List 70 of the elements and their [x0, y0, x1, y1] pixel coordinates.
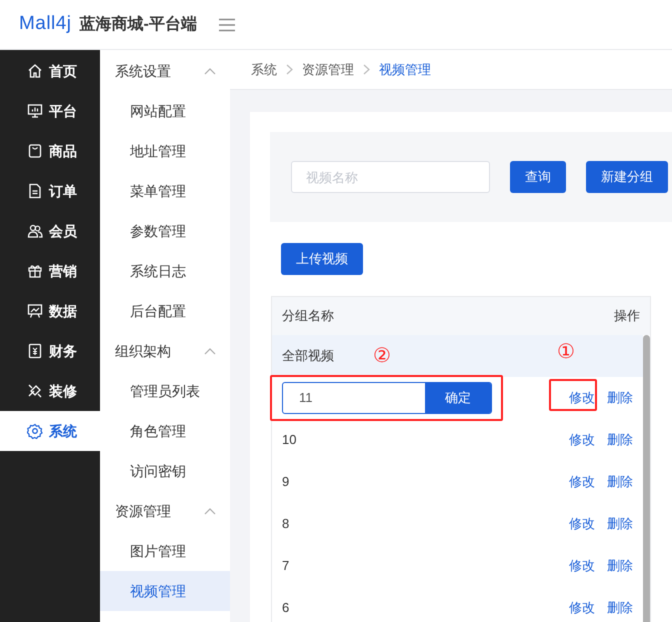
edit-link[interactable]: 修改 — [569, 430, 595, 450]
submenu-item[interactable]: 角色管理 — [100, 411, 230, 451]
search-field[interactable]: 视频名称 — [291, 161, 490, 193]
submenu-item[interactable]: 网站配置 — [100, 91, 230, 131]
edit-link[interactable]: 修改 — [569, 472, 595, 492]
delete-link[interactable]: 删除 — [607, 556, 633, 576]
nav-item[interactable]: 财务 — [0, 331, 100, 371]
nav-item[interactable]: 系统 — [0, 411, 100, 451]
document-icon — [27, 183, 43, 199]
new-group-button[interactable]: 新建分组 — [586, 161, 668, 193]
submenu-item[interactable]: 后台配置 — [100, 291, 230, 331]
edit-link[interactable]: 修改 — [569, 598, 595, 618]
delete-link[interactable]: 删除 — [607, 388, 633, 408]
breadcrumb-link[interactable]: 资源管理 — [302, 60, 354, 80]
chart-board-icon — [27, 303, 43, 319]
edit-link[interactable]: 修改 — [569, 556, 595, 576]
settings-icon — [27, 423, 43, 439]
bag-icon — [27, 143, 43, 159]
menu-group[interactable]: 组织架构 — [100, 331, 230, 371]
delete-link[interactable]: 删除 — [607, 472, 633, 492]
confirm-button[interactable]: 确定 — [425, 383, 491, 413]
edit-link[interactable]: 修改 — [569, 388, 595, 408]
nav-item[interactable]: 数据 — [0, 291, 100, 331]
chevron-right-icon — [286, 64, 293, 75]
annotation-box — [549, 379, 597, 411]
edit-link[interactable]: 修改 — [569, 514, 595, 534]
delete-link[interactable]: 删除 — [607, 514, 633, 534]
logo: Mall4j — [19, 12, 72, 36]
nav-item[interactable]: 会员 — [0, 211, 100, 251]
menu-group[interactable]: 资源管理 — [100, 491, 230, 531]
annotation-number: ① — [557, 342, 575, 362]
table-cell-text: 6 — [282, 599, 290, 618]
submenu-item[interactable]: 系统日志 — [100, 251, 230, 291]
column-header: 操作 — [614, 307, 640, 326]
annotation-number: ② — [373, 346, 391, 366]
nav-item[interactable]: 营销 — [0, 251, 100, 291]
submenu-item[interactable]: 菜单管理 — [100, 171, 230, 211]
query-button[interactable]: 查询 — [510, 161, 566, 193]
nav-item[interactable]: 装修 — [0, 371, 100, 411]
nav-item[interactable]: 商品 — [0, 131, 100, 171]
submenu-item[interactable]: 参数管理 — [100, 211, 230, 251]
home-icon — [27, 63, 43, 79]
submenu-item[interactable]: 管理员列表 — [100, 371, 230, 411]
table-cell-text: 7 — [282, 557, 290, 576]
scrollbar[interactable] — [643, 335, 650, 622]
menu-group[interactable]: 系统设置 — [100, 51, 230, 91]
table-cell-text: 9 — [282, 473, 290, 492]
app-title: 蓝海商城-平台端 — [79, 14, 197, 34]
delete-link[interactable]: 删除 — [607, 598, 633, 618]
table-cell-text: 全部视频 — [282, 347, 334, 366]
breadcrumb-link[interactable]: 系统 — [251, 60, 277, 80]
table-cell-text: 8 — [282, 515, 290, 534]
submenu-item[interactable]: 图片管理 — [100, 531, 230, 571]
delete-link[interactable]: 删除 — [607, 430, 633, 450]
table-cell-text: 10 — [282, 431, 296, 450]
chevron-right-icon — [363, 64, 370, 75]
column-header: 分组名称 — [282, 307, 334, 326]
nav-item[interactable]: 首页 — [0, 51, 100, 91]
upload-button[interactable]: 上传视频 — [281, 243, 363, 275]
nav-item[interactable]: 订单 — [0, 171, 100, 211]
rename-field[interactable]: 11 确定 — [282, 382, 492, 414]
users-icon — [27, 223, 43, 239]
submenu-item[interactable]: 视频管理 — [100, 571, 230, 611]
menu-icon[interactable] — [218, 18, 235, 32]
nav-item[interactable]: 平台 — [0, 91, 100, 131]
monitor-icon — [27, 103, 43, 119]
submenu-item[interactable]: 地址管理 — [100, 131, 230, 171]
invoice-icon — [27, 343, 43, 359]
submenu-item[interactable]: 访问密钥 — [100, 451, 230, 491]
gift-icon — [27, 263, 43, 279]
